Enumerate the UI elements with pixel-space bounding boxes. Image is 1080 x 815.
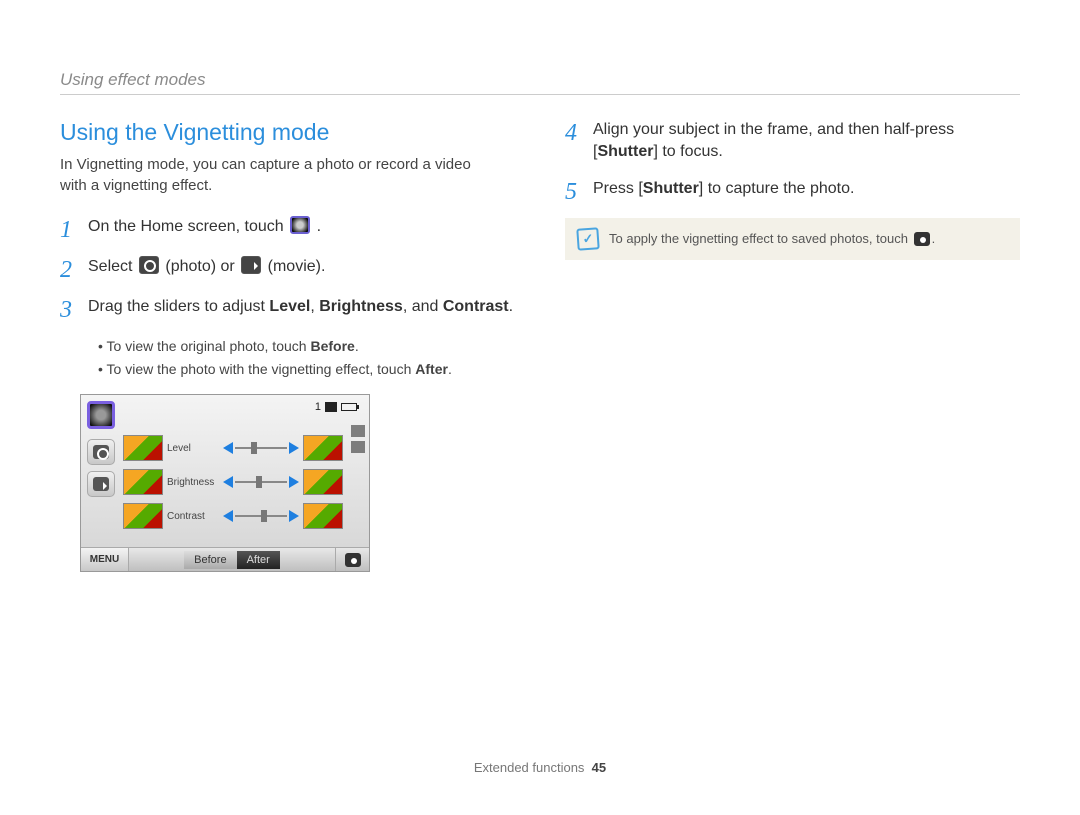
left-column: Using the Vignetting mode In Vignetting … xyxy=(60,119,515,572)
menu-button[interactable]: MENU xyxy=(81,548,129,571)
slider-label: Contrast xyxy=(167,511,219,522)
status-bar: 1 xyxy=(315,401,357,413)
photo-icon xyxy=(139,256,159,274)
thumb-before xyxy=(123,503,163,529)
sub1c: . xyxy=(355,338,359,354)
level-slider[interactable] xyxy=(223,442,299,454)
note-pre: To apply the vignetting effect to saved … xyxy=(609,231,912,246)
slider-row-contrast: Contrast xyxy=(123,503,343,529)
vignetting-mode-icon xyxy=(290,216,310,234)
note-box: ✓ To apply the vignetting effect to save… xyxy=(565,218,1020,260)
album-button[interactable] xyxy=(335,548,369,571)
step-2: 2 Select (photo) or (movie). xyxy=(60,256,515,282)
camera-icon xyxy=(93,445,109,459)
before-button[interactable]: Before xyxy=(184,551,236,569)
step-4: 4 Align your subject in the frame, and t… xyxy=(565,119,1020,164)
step-5: 5 Press [Shutter] to capture the photo. xyxy=(565,178,1020,204)
page-number: 45 xyxy=(592,760,606,775)
flash-icon xyxy=(351,441,365,453)
s4-c: ] to focus. xyxy=(653,143,722,160)
indicator-icon xyxy=(351,425,365,437)
step-number: 4 xyxy=(565,121,593,145)
sub-item: To view the original photo, touch Before… xyxy=(98,336,515,357)
sub1a: To view the original photo, touch xyxy=(107,338,311,354)
step-1-text-pre: On the Home screen, touch xyxy=(88,218,288,235)
thumb-before xyxy=(123,435,163,461)
footer-label: Extended functions xyxy=(474,760,585,775)
s3-brightness: Brightness xyxy=(319,298,403,315)
note-icon: ✓ xyxy=(576,227,599,250)
step-1-text-post: . xyxy=(317,218,321,235)
sub2c: . xyxy=(448,361,452,377)
movie-icon xyxy=(241,256,261,274)
album-icon xyxy=(345,553,361,567)
s5-c: ] to capture the photo. xyxy=(699,180,855,197)
step-2-text-pre: Select xyxy=(88,258,137,275)
step-2-text-mid: (photo) or xyxy=(165,258,239,275)
s5-a: Press [ xyxy=(593,180,643,197)
saved-photos-icon xyxy=(914,232,930,246)
movie-icon xyxy=(93,477,109,491)
section-title: Using the Vignetting mode xyxy=(60,119,515,146)
s5-shutter: Shutter xyxy=(643,180,699,197)
before-after-toggle: Before After xyxy=(184,551,280,569)
movie-mode-button[interactable] xyxy=(87,471,115,497)
sub-item: To view the photo with the vignetting ef… xyxy=(98,359,515,380)
s3-contrast: Contrast xyxy=(443,298,509,315)
s3-level: Level xyxy=(269,298,310,315)
contrast-slider[interactable] xyxy=(223,510,299,522)
step-1: 1 On the Home screen, touch . xyxy=(60,216,515,242)
slider-label: Level xyxy=(167,443,219,454)
note-text: To apply the vignetting effect to saved … xyxy=(609,231,935,246)
thumb-after xyxy=(303,469,343,495)
mode-badge-icon xyxy=(87,401,115,429)
step-number: 3 xyxy=(60,298,88,322)
slider-row-brightness: Brightness xyxy=(123,469,343,495)
slider-panel: Level Brightness Contrast xyxy=(123,435,343,537)
s3-c: , xyxy=(310,298,319,315)
battery-icon xyxy=(341,403,357,411)
right-side-icons xyxy=(351,425,365,453)
sub2a: To view the photo with the vignetting ef… xyxy=(107,361,416,377)
thumb-after xyxy=(303,435,343,461)
photo-mode-button[interactable] xyxy=(87,439,115,465)
note-post: . xyxy=(932,231,936,246)
slider-row-level: Level xyxy=(123,435,343,461)
shots-counter: 1 xyxy=(315,401,321,413)
page-footer: Extended functions 45 xyxy=(0,760,1080,775)
screen-body: 1 xyxy=(81,395,369,547)
breadcrumb: Using effect modes xyxy=(60,70,1020,95)
step-3-sublist: To view the original photo, touch Before… xyxy=(98,336,515,380)
step-number: 1 xyxy=(60,218,88,242)
sub2b: After xyxy=(415,361,448,377)
thumb-before xyxy=(123,469,163,495)
right-column: 4 Align your subject in the frame, and t… xyxy=(565,119,1020,572)
screen-bottom-bar: MENU Before After xyxy=(81,547,369,571)
section-intro: In Vignetting mode, you can capture a ph… xyxy=(60,154,490,196)
camera-screen: 1 xyxy=(80,394,370,572)
s3-e: , and xyxy=(403,298,443,315)
thumb-after xyxy=(303,503,343,529)
after-button[interactable]: After xyxy=(237,551,280,569)
step-number: 2 xyxy=(60,258,88,282)
sd-card-icon xyxy=(325,402,337,412)
s3-g: . xyxy=(509,298,513,315)
s4-shutter: Shutter xyxy=(597,143,653,160)
step-3: 3 Drag the sliders to adjust Level, Brig… xyxy=(60,296,515,322)
slider-label: Brightness xyxy=(167,477,219,488)
brightness-slider[interactable] xyxy=(223,476,299,488)
s3-a: Drag the sliders to adjust xyxy=(88,298,269,315)
step-2-text-post: (movie). xyxy=(268,258,326,275)
sub1b: Before xyxy=(310,338,354,354)
step-number: 5 xyxy=(565,180,593,204)
